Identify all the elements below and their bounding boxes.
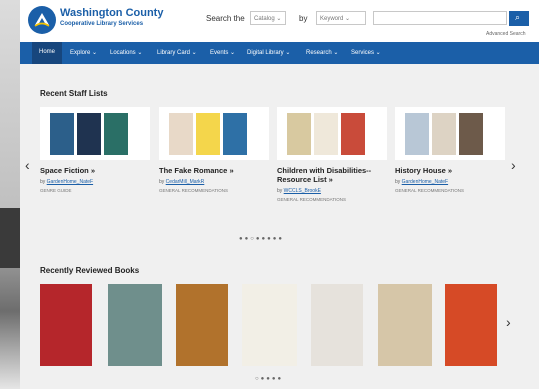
book-cover[interactable]	[108, 284, 162, 366]
staff-list-card[interactable]: Space Fiction » by GardenHome_NateF GENR…	[40, 107, 150, 212]
reviewed-books-heading: Recently Reviewed Books	[40, 266, 140, 275]
nav-item-home[interactable]: Home	[32, 42, 62, 64]
nav-item-research[interactable]: Research ⌄	[306, 49, 338, 56]
staff-list-card[interactable]: Children with Disabilities--Resource Lis…	[277, 107, 387, 212]
nav-item-locations[interactable]: Locations ⌄	[110, 49, 142, 56]
staff-list-tag: GENERAL RECOMMENDATIONS	[395, 188, 465, 193]
main-nav: Home Explore ⌄ Locations ⌄ Library Card …	[20, 42, 539, 64]
staff-lists-prev-arrow-icon[interactable]: ‹	[25, 157, 30, 173]
book-cover[interactable]	[378, 284, 432, 366]
staff-lists-carousel-dots[interactable]: ●●○●●●●●	[239, 236, 284, 242]
search-icon: ⌕	[515, 12, 521, 22]
nav-item-explore[interactable]: Explore ⌄	[70, 49, 97, 56]
search-button[interactable]: ⌕	[509, 11, 529, 26]
main-content: Recent Staff Lists ‹ › Space Fiction » b…	[20, 64, 539, 389]
staff-list-cover-collage[interactable]	[277, 107, 387, 160]
staff-list-byline: by GardenHome_NateF	[40, 179, 94, 185]
library-logo-icon[interactable]	[28, 6, 56, 34]
staff-list-byline: by GardenHome_NateF	[395, 179, 449, 185]
nav-item-digital-library[interactable]: Digital Library ⌄	[247, 49, 290, 56]
background-photo-object	[0, 208, 20, 268]
browser-screen: Washington County Cooperative Library Se…	[20, 0, 539, 389]
by-label: by	[299, 14, 308, 23]
staff-list-byline: by CedarMill_MarkR	[159, 179, 205, 185]
staff-list-card[interactable]: History House » by GardenHome_NateF GENE…	[395, 107, 505, 212]
staff-list-cover-collage[interactable]	[395, 107, 505, 160]
staff-list-tag: GENERAL RECOMMENDATIONS	[159, 188, 229, 193]
staff-list-author-link[interactable]: CedarMill_MarkR	[166, 179, 205, 185]
staff-list-title[interactable]: The Fake Romance »	[159, 166, 277, 175]
book-cover[interactable]	[311, 284, 363, 366]
site-header: Washington County Cooperative Library Se…	[20, 0, 539, 42]
book-cover[interactable]	[445, 284, 497, 366]
staff-list-title[interactable]: Children with Disabilities--Resource Lis…	[277, 166, 395, 184]
advanced-search-link[interactable]: Advanced Search	[486, 31, 525, 37]
staff-lists-heading: Recent Staff Lists	[40, 89, 108, 98]
staff-list-cover-collage[interactable]	[159, 107, 269, 160]
search-label: Search the	[206, 14, 245, 23]
staff-list-title[interactable]: History House »	[395, 166, 513, 175]
background-photo	[0, 0, 20, 389]
book-cover[interactable]	[242, 284, 297, 366]
staff-list-tag: GENERAL RECOMMENDATIONS	[277, 197, 347, 202]
keyword-select[interactable]: Keyword ⌄	[316, 11, 366, 25]
staff-list-cover-collage[interactable]	[40, 107, 150, 160]
reviewed-books-carousel-dots[interactable]: ○●●●●	[255, 376, 283, 382]
staff-list-author-link[interactable]: GardenHome_NateF	[402, 179, 448, 185]
staff-list-tag: GENRE GUIDE	[40, 188, 72, 193]
staff-list-title[interactable]: Space Fiction »	[40, 166, 158, 175]
book-cover[interactable]	[40, 284, 92, 366]
staff-list-author-link[interactable]: GardenHome_NateF	[47, 179, 93, 185]
brand-name[interactable]: Washington County	[60, 7, 163, 19]
brand-subtitle: Cooperative Library Services	[60, 21, 144, 27]
nav-item-library-card[interactable]: Library Card ⌄	[157, 49, 197, 56]
catalog-select[interactable]: Catalog ⌄	[250, 11, 286, 25]
reviewed-books-next-arrow-icon[interactable]: ›	[506, 314, 511, 330]
staff-list-author-link[interactable]: WCCLS_BrookE	[284, 188, 321, 194]
staff-list-card[interactable]: The Fake Romance » by CedarMill_MarkR GE…	[159, 107, 269, 212]
nav-item-events[interactable]: Events ⌄	[210, 49, 235, 56]
search-input[interactable]	[373, 11, 507, 25]
nav-item-services[interactable]: Services ⌄	[351, 49, 381, 56]
book-cover[interactable]	[176, 284, 228, 366]
staff-list-byline: by WCCLS_BrookE	[277, 188, 321, 194]
